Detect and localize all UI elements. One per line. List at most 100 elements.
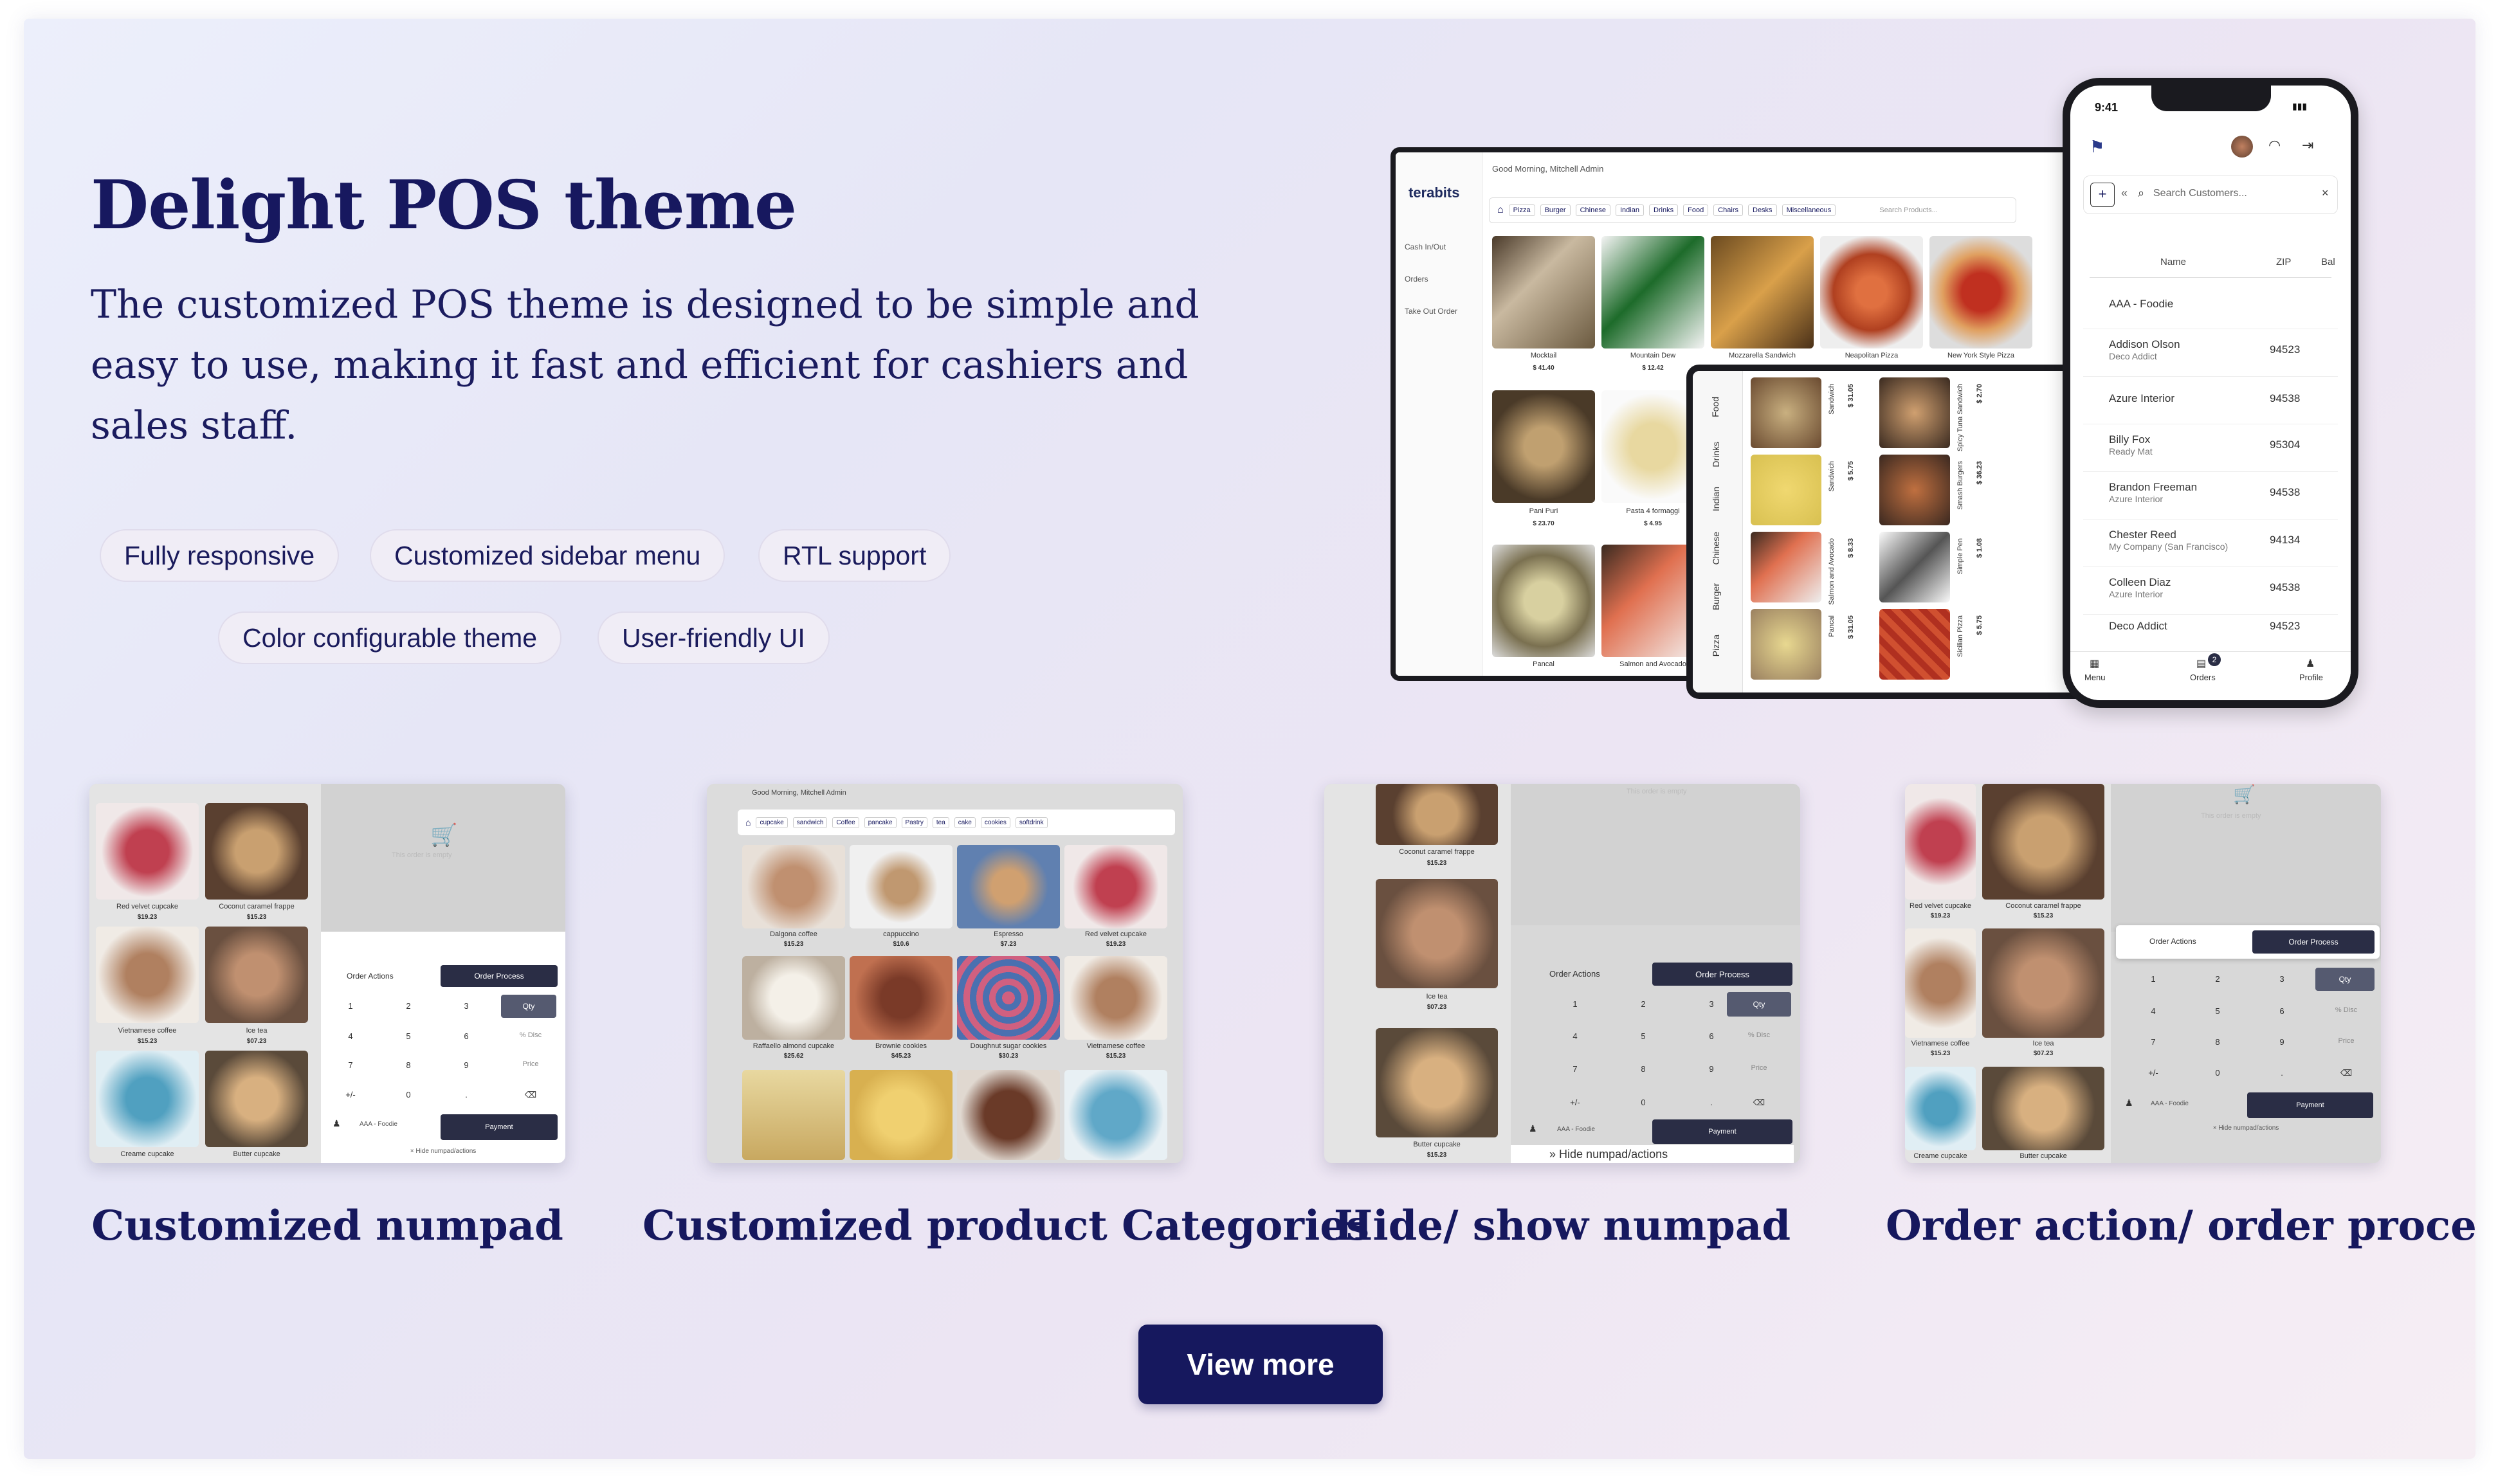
product-image[interactable] [1879,377,1950,448]
order-process-button[interactable]: Order Process [441,965,558,987]
product-image[interactable] [742,956,845,1040]
category-chip[interactable]: cupcake [756,817,788,828]
backspace-key[interactable]: ⌫ [518,1090,543,1100]
category-chip[interactable]: Desks [1748,204,1777,216]
category-tab[interactable]: Indian [1711,487,1721,511]
nav-menu[interactable]: Menu [2084,673,2106,682]
numpad-key[interactable]: % Disc [2327,1006,2366,1014]
category-tab[interactable]: Chinese [1711,532,1721,565]
product-image[interactable] [850,1070,953,1160]
category-tab[interactable]: Pizza [1711,635,1721,656]
product-image[interactable] [1492,390,1595,503]
customer-name[interactable]: AAA - Foodie [2151,1100,2189,1107]
product-image[interactable] [1982,784,2104,900]
product-image[interactable] [96,803,199,900]
product-image[interactable] [1376,784,1498,845]
back-icon[interactable]: « [2121,186,2128,200]
numpad-key[interactable]: +/- [338,1090,363,1099]
product-image[interactable] [1751,377,1821,448]
numpad-key[interactable]: . [2269,1068,2295,1078]
product-image[interactable] [1820,236,1923,348]
product-image[interactable] [1879,532,1950,602]
product-image[interactable] [1492,236,1595,348]
clear-search-icon[interactable]: × [2322,186,2329,200]
numpad-key[interactable]: 5 [2205,1006,2230,1016]
category-chip[interactable]: Chinese [1575,204,1610,216]
category-chip[interactable]: pancake [864,817,897,828]
table-row[interactable]: Chester Reed My Company (San Francisco) … [2083,519,2338,566]
numpad-key[interactable]: Price [511,1060,550,1068]
sidebar-item-orders[interactable]: Orders [1405,275,1428,284]
product-image[interactable] [957,956,1060,1040]
product-image[interactable] [205,803,308,900]
numpad-key[interactable]: . [453,1090,479,1099]
category-chip[interactable]: cake [954,817,976,828]
profile-icon[interactable]: ♟ [2306,657,2315,670]
add-customer-button[interactable]: + [2090,183,2115,207]
numpad-key[interactable]: . [1699,1098,1724,1107]
product-image[interactable] [850,845,953,928]
category-chip[interactable]: tea [932,817,949,828]
numpad-key[interactable]: 8 [2205,1037,2230,1047]
logout-icon[interactable]: ⇥ [2302,137,2313,154]
category-chip[interactable]: sandwich [792,817,828,828]
numpad-key[interactable]: 9 [453,1060,479,1070]
order-process-button[interactable]: Order Process [2252,930,2375,954]
table-row[interactable]: Addison Olson Deco Addict 94523 [2083,329,2338,376]
payment-button[interactable]: Payment [2247,1092,2373,1118]
category-chip[interactable]: cookies [980,817,1010,828]
table-row[interactable]: Colleen Diaz Azure Interior 94538 [2083,566,2338,614]
product-image[interactable] [96,1051,199,1147]
product-image[interactable] [205,927,308,1023]
numpad-key[interactable]: 7 [2140,1037,2166,1047]
product-image[interactable] [205,1051,308,1147]
product-image[interactable] [1376,879,1498,988]
category-chip[interactable]: Pastry [901,817,927,828]
product-image[interactable] [1751,455,1821,525]
customer-name[interactable]: AAA - Foodie [1557,1126,1595,1133]
customer-name[interactable]: AAA - Foodie [360,1121,397,1128]
category-tab[interactable]: Food [1710,397,1720,417]
product-image[interactable] [1751,609,1821,680]
product-image[interactable] [1905,1067,1976,1150]
sidebar-item-cash[interactable]: Cash In/Out [1405,242,1446,251]
product-image[interactable] [742,1070,845,1160]
backspace-key[interactable]: ⌫ [2333,1068,2359,1078]
numpad-key[interactable]: +/- [1562,1098,1588,1107]
numpad-key[interactable]: 4 [1562,1031,1588,1041]
numpad-key[interactable]: % Disc [1740,1031,1778,1039]
customer-search-input[interactable]: Search Customers... [2153,188,2247,199]
numpad-key[interactable]: 0 [396,1090,421,1099]
numpad-key[interactable]: +/- [2140,1068,2166,1078]
numpad-key[interactable]: 1 [2140,974,2166,984]
home-icon[interactable]: ⌂ [1497,204,1504,216]
hide-numpad-toggle[interactable]: » Hide numpad/actions [1511,1145,1794,1163]
numpad-key[interactable]: 1 [338,1001,363,1011]
order-actions-button[interactable]: Order Actions [1549,969,1600,979]
thumbnail-order-process[interactable]: Red velvet cupcake $19.23 Coconut carame… [1905,784,2381,1163]
product-image[interactable] [1376,1028,1498,1137]
numpad-key[interactable]: 8 [1630,1064,1656,1074]
thumbnail-hide-numpad[interactable]: Coconut caramel frappe $15.23 Ice tea $0… [1324,784,1800,1163]
table-row[interactable]: Azure Interior 94538 [2083,376,2338,424]
order-actions-button[interactable]: Order Actions [347,972,394,981]
product-image[interactable] [1982,1067,2104,1150]
product-image[interactable] [850,956,953,1040]
numpad-key[interactable]: 6 [1699,1031,1724,1041]
numpad-key[interactable]: 7 [338,1060,363,1070]
numpad-key[interactable]: Price [1740,1064,1778,1072]
order-actions-button[interactable]: Order Actions [2149,937,2196,946]
numpad-key[interactable]: 2 [396,1001,421,1011]
numpad-key[interactable]: 6 [453,1031,479,1041]
numpad-key[interactable]: 9 [1699,1064,1724,1074]
category-chip[interactable]: Coffee [832,817,859,828]
product-image[interactable] [1879,455,1950,525]
payment-button[interactable]: Payment [441,1114,558,1140]
numpad-key[interactable]: Price [2327,1037,2366,1045]
thumbnail-numpad[interactable]: Red velvet cupcake $19.23 Coconut carame… [89,784,565,1163]
table-row[interactable]: AAA - Foodie [2083,286,2338,329]
product-image[interactable] [1879,609,1950,680]
numpad-key[interactable]: 2 [2205,974,2230,984]
numpad-key[interactable]: 9 [2269,1037,2295,1047]
product-image[interactable] [957,845,1060,928]
